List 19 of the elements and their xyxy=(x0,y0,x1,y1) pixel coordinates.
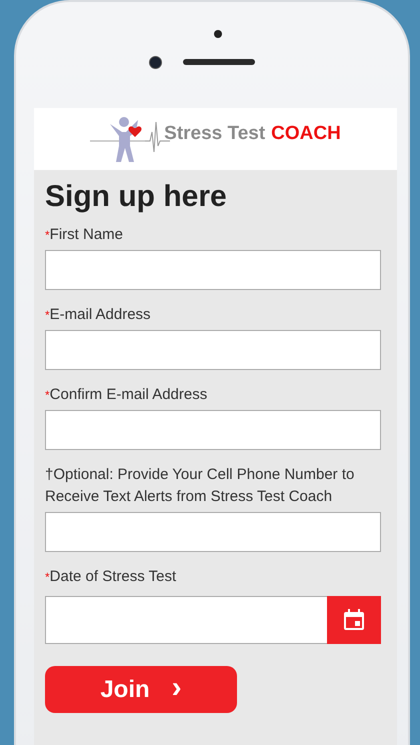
date-input-field[interactable] xyxy=(45,596,327,644)
field-label: *Confirm E-mail Address xyxy=(45,385,208,405)
text-input-field[interactable] xyxy=(45,410,381,450)
sensor-dot xyxy=(214,30,222,38)
calendar-button[interactable] xyxy=(327,596,381,644)
text-input-field[interactable] xyxy=(45,512,381,552)
logo-accent-text: COACH xyxy=(271,123,341,145)
calendar-icon xyxy=(342,608,366,632)
camera-lens xyxy=(149,56,162,69)
join-button[interactable]: Join › xyxy=(45,666,237,713)
field-label: †Optional: Provide Your Cell Phone Number to Receive Text Alerts from Stress Test Coach xyxy=(45,465,356,507)
field-label: *First Name xyxy=(45,225,124,245)
field-label: *Date of Stress Test xyxy=(45,567,178,587)
logo-text: Stress Test xyxy=(164,123,266,145)
page-title: Sign up here xyxy=(45,180,228,214)
text-input-field[interactable] xyxy=(45,330,381,370)
text-input-field[interactable] xyxy=(45,250,381,290)
field-label: *E-mail Address xyxy=(45,305,152,325)
speaker-slot xyxy=(183,59,255,65)
